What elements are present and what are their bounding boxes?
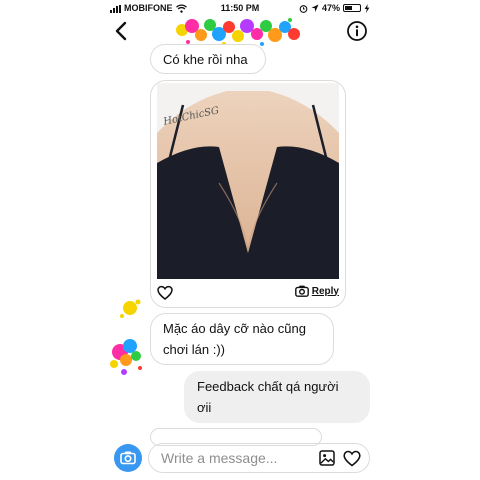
chat-screen: MOBIFONE 11:50 PM 47% Có khe rồi nha Hot… xyxy=(106,0,374,480)
heart-icon[interactable] xyxy=(343,450,361,467)
message-text-line: ơii xyxy=(197,400,212,415)
message-bubble-received[interactable]: Mặc áo dây cỡ nào cũng chơi lán :)) xyxy=(150,313,334,365)
message-text: Có khe rồi nha xyxy=(163,52,248,67)
paint-splash-sticker xyxy=(110,299,142,375)
photo-card-footer: Reply xyxy=(151,279,345,307)
message-text-line: Feedback chất qá người xyxy=(197,379,339,394)
chat-header xyxy=(106,16,374,46)
alarm-icon xyxy=(299,4,308,13)
heart-icon[interactable] xyxy=(157,285,173,301)
charging-icon xyxy=(364,3,370,13)
message-input[interactable] xyxy=(161,449,309,467)
info-circle-icon[interactable] xyxy=(346,20,368,42)
battery-percent: 47% xyxy=(321,3,340,13)
status-bar: MOBIFONE 11:50 PM 47% xyxy=(106,0,374,16)
battery-level xyxy=(345,6,352,10)
shared-photo-card[interactable]: HotChicSG Reply xyxy=(150,80,346,308)
message-text-line: chơi lán :)) xyxy=(163,342,225,357)
camera-button[interactable] xyxy=(114,444,142,472)
battery-icon xyxy=(343,4,361,12)
camera-icon xyxy=(294,285,309,297)
gallery-icon[interactable] xyxy=(319,450,335,466)
reply-label: Reply xyxy=(311,285,339,297)
status-right: 47% xyxy=(299,3,370,13)
message-composer xyxy=(148,443,370,473)
camera-icon xyxy=(120,451,136,465)
message-bubble-sent[interactable]: Feedback chất qá người ơii xyxy=(184,371,370,423)
location-icon xyxy=(311,4,319,12)
reply-button[interactable]: Reply xyxy=(294,285,339,297)
message-text-line: Mặc áo dây cỡ nào cũng xyxy=(163,321,306,336)
chevron-left-icon[interactable] xyxy=(110,18,134,44)
message-bubble-received[interactable]: Có khe rồi nha xyxy=(150,44,266,74)
